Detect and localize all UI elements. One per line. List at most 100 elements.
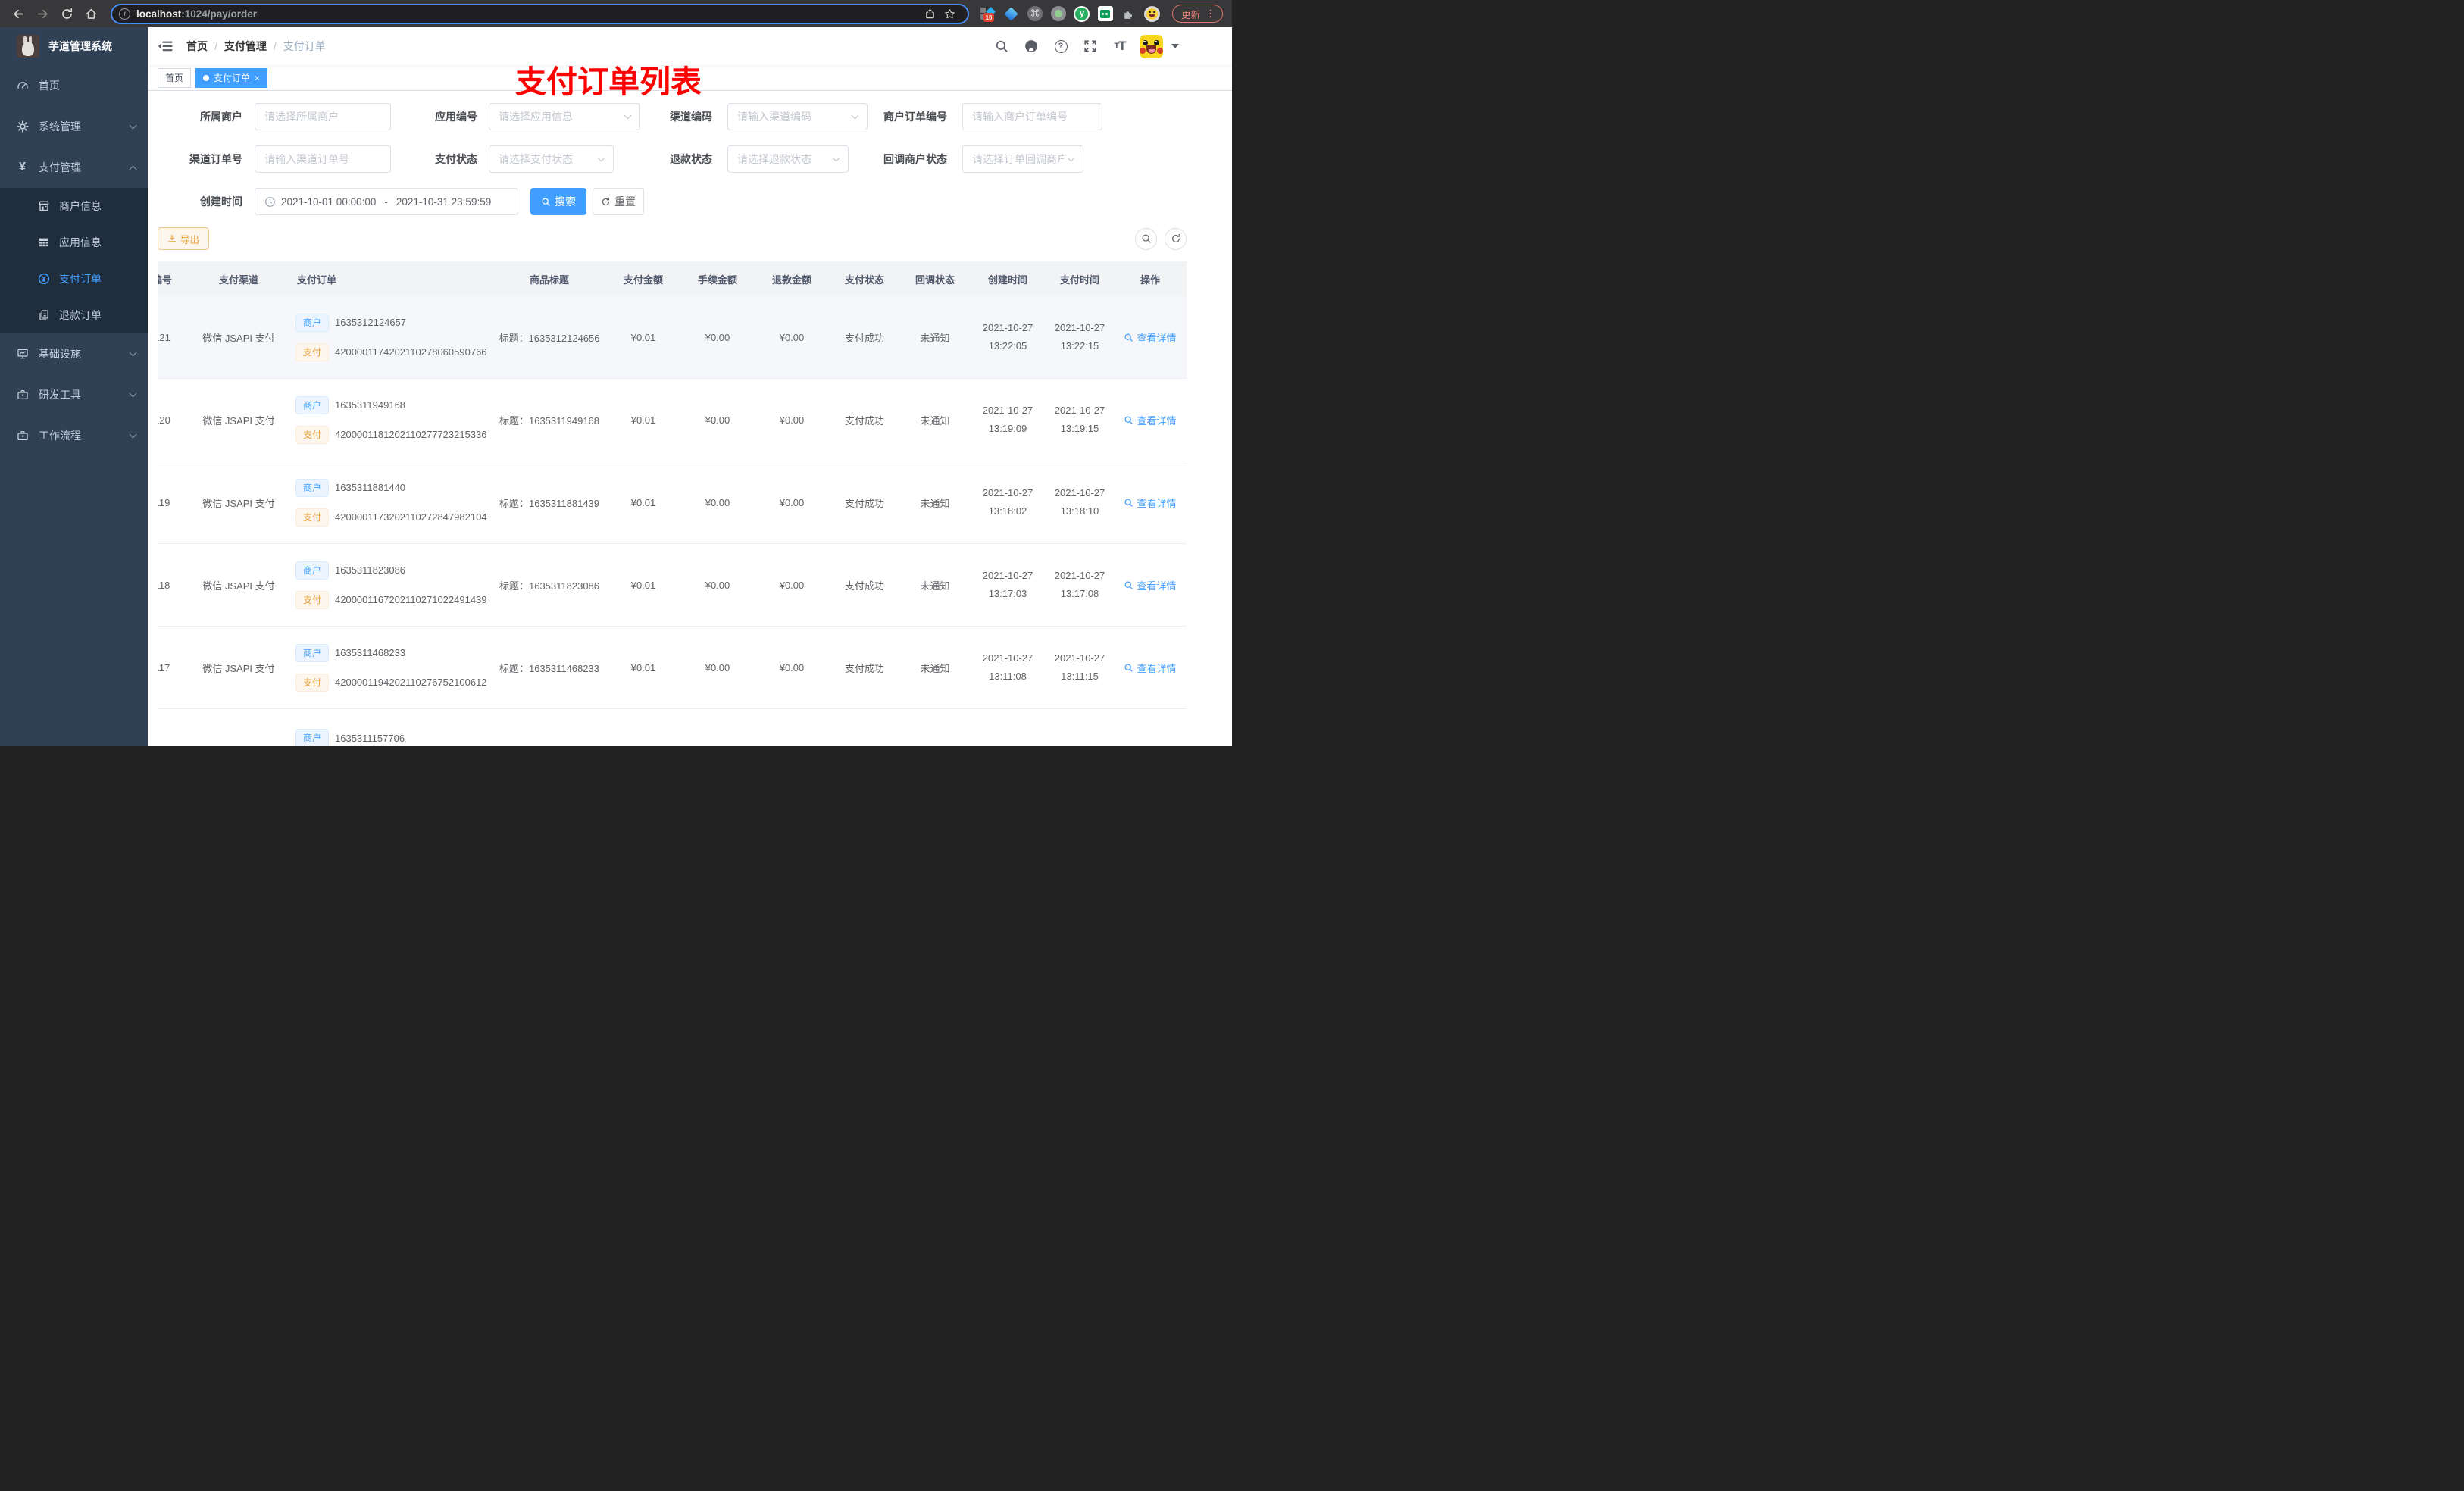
merchant-tag: 商户 [295,561,330,580]
date-range-input[interactable]: 2021-10-01 00:00:00 - 2021-10-31 23:59:5… [255,188,518,215]
tag-home[interactable]: 首页 [158,67,192,88]
sidebar-item-home[interactable]: 首页 [0,65,148,106]
user-avatar[interactable] [1140,34,1163,58]
extension-badge-icon[interactable]: 10 [980,5,996,22]
fullscreen-icon[interactable] [1080,36,1100,56]
pay-tag: 支付 [295,508,330,527]
app-logo[interactable]: 芋道管理系统 [0,27,148,65]
extensions-puzzle-icon[interactable] [1121,5,1137,22]
navbar-actions: ? TT [992,34,1179,58]
view-detail-link[interactable]: 查看详情 [1124,578,1177,592]
sidebar-item-pay-order[interactable]: 支付订单 [0,261,148,297]
merchant-order-no-input[interactable] [962,103,1102,130]
merchant-input[interactable] [255,103,391,130]
browser-chrome: i localhost:1024/pay/order 10 ⌘ y 更新 ⋮ [0,0,1232,27]
url-text: localhost:1024/pay/order [136,8,258,20]
show-search-button[interactable] [1135,227,1157,250]
site-info-icon[interactable]: i [119,8,130,20]
col-notify-status: 回调状态 [900,261,970,296]
search-icon [1124,664,1134,672]
header-search-icon[interactable] [992,36,1012,56]
search-icon [1124,416,1134,424]
table-row: 120 微信 JSAPI 支付 商户1635311949168 支付420000… [158,378,1187,461]
merchant-tag: 商户 [295,643,330,662]
profile-avatar-icon[interactable] [1144,5,1161,22]
refund-status-select[interactable]: 请选择退款状态 [727,145,849,173]
sidebar-item-app-info[interactable]: 应用信息 [0,224,148,261]
view-detail-link[interactable]: 查看详情 [1124,495,1177,510]
view-detail-link[interactable]: 查看详情 [1124,413,1177,427]
briefcase-icon [16,430,29,442]
extension-y-icon[interactable]: y [1074,5,1090,22]
sidebar-item-infrastructure[interactable]: 基础设施 [0,333,148,374]
col-pay-status: 支付状态 [829,261,900,296]
reload-icon[interactable] [56,3,77,24]
extensions-row: 10 ⌘ y 更新 ⋮ [980,5,1223,23]
sidebar-item-workflow[interactable]: 工作流程 [0,415,148,456]
view-detail-link[interactable]: 查看详情 [1124,661,1177,675]
sidebar-toggle-icon[interactable] [158,39,174,54]
url-bar[interactable]: i localhost:1024/pay/order [111,3,969,24]
home-icon[interactable] [80,3,102,24]
chevron-down-icon [832,154,840,161]
breadcrumb-home[interactable]: 首页 [186,39,208,54]
breadcrumb-payment[interactable]: 支付管理 [224,39,267,54]
sidebar-item-merchant-info[interactable]: 商户信息 [0,188,148,224]
col-amount: 支付金额 [606,261,680,296]
col-created: 创建时间 [970,261,1046,296]
sidebar-item-refund-order[interactable]: 退款订单 [0,297,148,333]
filter-row-1: 所属商户 应用编号 请选择应用信息 渠道编码 请输入渠道编码 商户订单编号 [158,103,1187,130]
sidebar-item-system[interactable]: 系统管理 [0,106,148,147]
forward-icon[interactable] [32,3,53,24]
sidebar-item-payment[interactable]: ¥ 支付管理 [0,147,148,188]
document-copy-icon [37,309,50,322]
page-title-annotation: 支付订单列表 [515,64,702,99]
search-icon [542,197,550,206]
share-icon[interactable] [921,4,940,23]
channel-order-no-input[interactable] [255,145,391,173]
view-detail-link[interactable]: 查看详情 [1124,330,1177,345]
extension-chat-icon[interactable] [1097,5,1114,22]
back-icon[interactable] [8,3,29,24]
pay-tag: 支付 [295,673,330,692]
col-title: 商品标题 [492,261,606,296]
extension-command-icon[interactable]: ⌘ [1027,5,1043,22]
table-row: 121 微信 JSAPI 支付 商户1635312124657 支付420000… [158,296,1187,379]
grid-icon [37,236,50,249]
user-menu-caret-icon[interactable] [1171,44,1179,48]
sidebar-item-dev-tools[interactable]: 研发工具 [0,374,148,415]
tag-pay-order[interactable]: 支付订单 × [195,67,268,88]
chevron-down-icon [597,154,605,161]
filter-row-3: 创建时间 2021-10-01 00:00:00 - 2021-10-31 23… [158,188,1187,215]
font-size-icon[interactable]: TT [1110,36,1130,56]
extension-kite-icon[interactable] [1003,5,1020,22]
briefcase-icon [16,389,29,402]
logo-image [17,35,39,58]
notify-status-select[interactable]: 请选择订单回调商户状态 [962,145,1083,173]
chevron-down-icon [129,121,137,130]
app-select[interactable]: 请选择应用信息 [489,103,640,130]
browser-update-button[interactable]: 更新 ⋮ [1171,5,1223,23]
extension-record-icon[interactable] [1050,5,1067,22]
col-pay-order: 支付订单 [288,261,492,296]
search-icon [1124,581,1134,589]
col-actions: 操作 [1114,261,1187,296]
gear-icon [16,120,29,133]
reset-button[interactable]: 重置 [593,188,644,215]
col-id: 编号 [158,261,189,296]
close-icon[interactable]: × [255,73,260,83]
table-row: 119 微信 JSAPI 支付 商户1635311881440 支付420000… [158,461,1187,544]
search-button[interactable]: 搜索 [530,188,586,215]
pay-status-select[interactable]: 请选择支付状态 [489,145,614,173]
refresh-table-button[interactable] [1165,227,1187,250]
table-row: 117 微信 JSAPI 支付 商户1635311468233 支付420000… [158,626,1187,709]
github-icon[interactable] [1021,36,1041,56]
active-dot [203,74,210,81]
browser-menu-icon[interactable]: ⋮ [1205,8,1215,20]
yen-icon: ¥ [19,161,26,173]
export-button[interactable]: 导出 [158,227,210,250]
bookmark-star-icon[interactable] [940,4,960,23]
sidebar: 芋道管理系统 首页 系统管理 ¥ 支付管理 商户信息 应用信息 支付订单 退款订… [0,27,148,746]
help-icon[interactable]: ? [1051,36,1071,56]
channel-code-select[interactable]: 请输入渠道编码 [727,103,868,130]
